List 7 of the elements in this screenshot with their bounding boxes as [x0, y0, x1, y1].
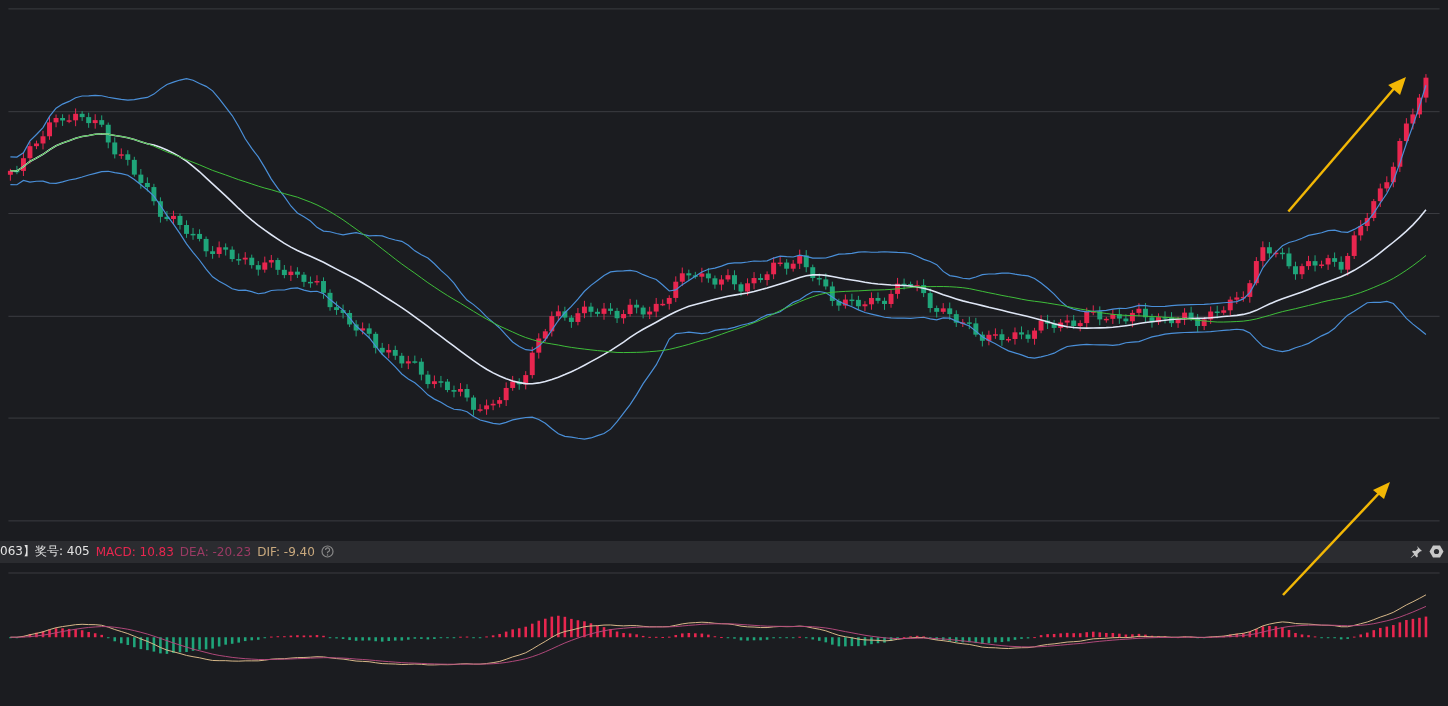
settings-icon[interactable] — [1429, 544, 1444, 560]
pin-icon[interactable] — [1410, 545, 1423, 559]
draw-number-label: 063】奖号: 405 — [0, 543, 90, 561]
dea-value: DEA: -20.23 — [179, 544, 252, 559]
help-icon[interactable] — [320, 545, 334, 559]
dif-value: DIF: -9.40 — [257, 544, 315, 559]
macd-value: MACD: 10.83 — [95, 544, 174, 559]
